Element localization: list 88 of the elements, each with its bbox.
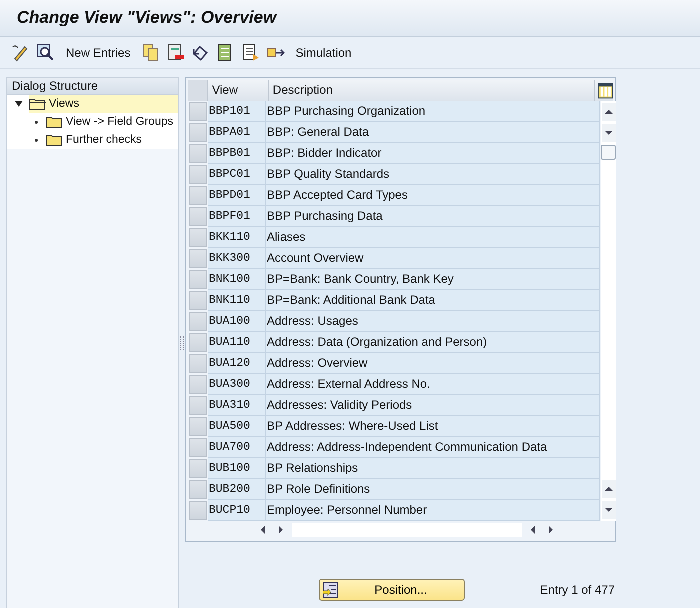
folder-icon (46, 134, 64, 146)
entry-counter: Entry 1 of 477 (540, 583, 616, 597)
row-selector[interactable] (189, 270, 207, 289)
expand-arrow-icon[interactable] (15, 101, 23, 107)
table-cell: BUA300 (208, 374, 266, 395)
table-cell: BKK300 (208, 248, 266, 269)
folder-icon (46, 116, 64, 128)
row-selector[interactable] (189, 417, 207, 436)
table-cell: Address: Usages (266, 311, 600, 332)
bullet-icon (35, 120, 38, 124)
row-selector[interactable] (189, 459, 207, 478)
table-cell: Address: External Address No. (266, 374, 600, 395)
table-cell: BBPD01 (208, 185, 266, 206)
table-cell: BBP Quality Standards (266, 164, 600, 185)
scroll-up-icon[interactable] (602, 480, 616, 498)
table-cell: BBP101 (208, 101, 266, 122)
row-selector[interactable] (189, 249, 207, 268)
table-cell: BBPC01 (208, 164, 266, 185)
row-selector[interactable] (189, 291, 207, 310)
table-cell: Addresses: Validity Periods (266, 395, 600, 416)
row-selector[interactable] (189, 186, 207, 205)
row-selector[interactable] (189, 207, 207, 226)
table-cell: Aliases (266, 227, 600, 248)
table-cell: BUA120 (208, 353, 266, 374)
table-cell: BKK110 (208, 227, 266, 248)
table-cell: BUB100 (208, 458, 266, 479)
document-icon[interactable] (242, 44, 260, 62)
select-all-button[interactable] (188, 80, 208, 101)
table-cell: BUA310 (208, 395, 266, 416)
table-cell: BBPB01 (208, 143, 266, 164)
diamond-arrow-icon[interactable] (192, 44, 210, 62)
row-selector[interactable] (189, 165, 207, 184)
pencil-icon[interactable] (12, 44, 30, 62)
table-cell: BBP Accepted Card Types (266, 185, 600, 206)
row-selector[interactable] (189, 228, 207, 247)
window-title: Change View "Views": Overview (17, 8, 277, 28)
table-cell: BBP: Bidder Indicator (266, 143, 600, 164)
row-selector[interactable] (189, 333, 207, 352)
table-cell: Employee: Personnel Number (266, 500, 600, 521)
toolbar-button[interactable]: Simulation (292, 46, 356, 60)
table-cell: BBP: General Data (266, 122, 600, 143)
row-selector[interactable] (189, 354, 207, 373)
table-cell: BUB200 (208, 479, 266, 500)
row-selector[interactable] (189, 501, 207, 520)
table-cell: BP=Bank: Bank Country, Bank Key (266, 269, 600, 290)
delete-icon[interactable] (166, 44, 185, 62)
table-cell: Address: Data (Organization and Person) (266, 332, 600, 353)
table-cell: BBP Purchasing Organization (266, 101, 600, 122)
table-cell: BBPF01 (208, 206, 266, 227)
toolbar-button[interactable]: New Entries (62, 46, 135, 60)
row-selector[interactable] (189, 123, 207, 142)
table-cell: BUA500 (208, 416, 266, 437)
table-cell: Account Overview (266, 248, 600, 269)
scroll-up-icon[interactable] (602, 103, 616, 121)
table-cell: BNK110 (208, 290, 266, 311)
splitter-handle[interactable] (180, 336, 184, 350)
table-cell: BUA100 (208, 311, 266, 332)
table-settings-icon[interactable] (598, 82, 613, 98)
table-cell: BBP Purchasing Data (266, 206, 600, 227)
scroll-down-icon[interactable] (602, 501, 616, 519)
table-cell: BUA700 (208, 437, 266, 458)
tree-item[interactable]: Views (29, 95, 178, 113)
table-cell: BUCP10 (208, 500, 266, 521)
scroll-down-icon[interactable] (602, 124, 616, 142)
scroll-thumb[interactable] (601, 145, 616, 160)
table-cell: BP Addresses: Where-Used List (266, 416, 600, 437)
row-selector[interactable] (189, 480, 207, 499)
table-cell: Address: Address-Independent Communication Data (266, 437, 600, 458)
row-selector[interactable] (189, 438, 207, 457)
find-icon[interactable] (37, 44, 55, 62)
position-button[interactable]: Position... (319, 579, 465, 601)
table-cell: BNK100 (208, 269, 266, 290)
folder-icon (29, 98, 47, 110)
table-cell: BP Role Definitions (266, 479, 600, 500)
row-selector[interactable] (189, 144, 207, 163)
table-cell: Address: Overview (266, 353, 600, 374)
table-cell: BUA110 (208, 332, 266, 353)
table-cell: BP=Bank: Additional Bank Data (266, 290, 600, 311)
row-selector[interactable] (189, 375, 207, 394)
row-selector[interactable] (189, 102, 207, 121)
panel-header: Dialog Structure (7, 78, 178, 95)
row-selector[interactable] (189, 396, 207, 415)
row-selector[interactable] (189, 312, 207, 331)
table-cell: BP Relationships (266, 458, 600, 479)
table-cell: BBPA01 (208, 122, 266, 143)
bullet-icon (35, 138, 38, 142)
position-icon (323, 582, 341, 598)
copy-icon[interactable] (142, 44, 160, 62)
